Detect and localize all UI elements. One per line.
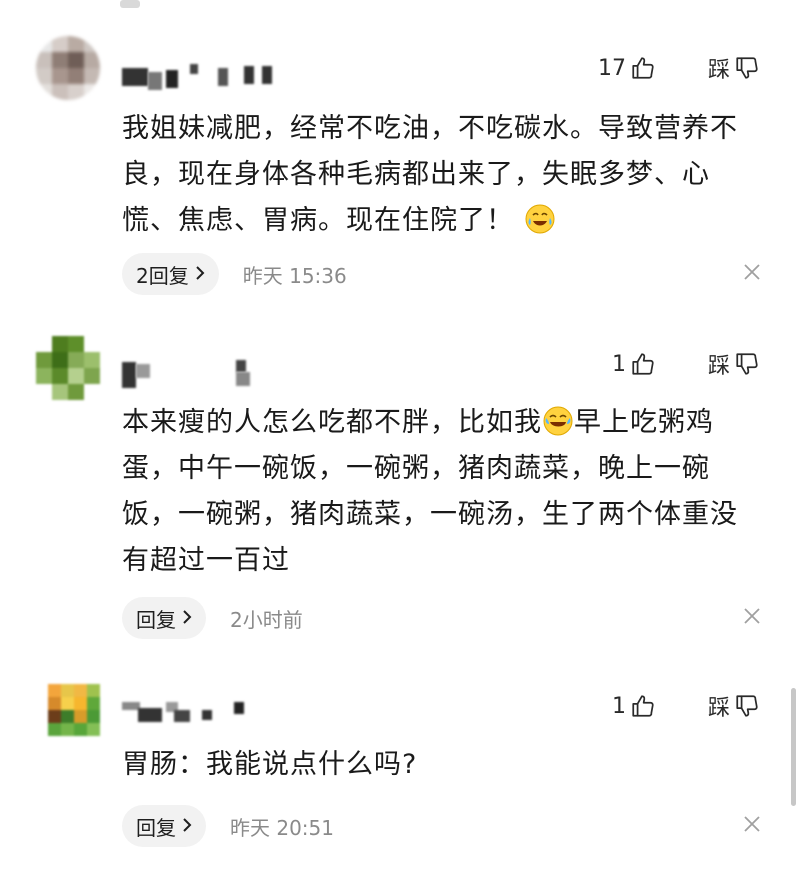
username[interactable] bbox=[122, 360, 272, 388]
avatar[interactable] bbox=[36, 36, 100, 100]
like-count: 17 bbox=[597, 55, 626, 81]
like-count: 1 bbox=[611, 693, 626, 719]
comment-actions: 1 踩 bbox=[612, 346, 760, 382]
comment-time: 昨天 15:36 bbox=[242, 263, 347, 288]
reply-button[interactable]: 2回复 bbox=[122, 253, 219, 295]
comment-body-part-1: 本来瘦的人怎么吃都不胖，比如我 bbox=[122, 407, 542, 438]
comment-footer: 回复 昨天 20:51 bbox=[122, 804, 762, 848]
dislike-button[interactable]: 踩 bbox=[708, 52, 760, 84]
dislike-button[interactable]: 踩 bbox=[708, 348, 760, 380]
close-icon[interactable] bbox=[742, 606, 762, 630]
comment-body: 胃肠：我能说点什么吗? bbox=[122, 749, 418, 780]
username[interactable] bbox=[122, 64, 282, 90]
thumbs-up-icon[interactable] bbox=[630, 55, 656, 81]
thumbs-down-icon[interactable] bbox=[734, 693, 760, 719]
comment-actions: 1 踩 bbox=[612, 688, 760, 724]
username[interactable] bbox=[122, 698, 262, 722]
thumbs-up-icon[interactable] bbox=[630, 693, 656, 719]
chevron-right-icon bbox=[195, 262, 205, 286]
reply-label: 2回复 bbox=[136, 263, 189, 288]
close-icon[interactable] bbox=[742, 814, 762, 838]
like-count: 1 bbox=[611, 351, 626, 377]
dislike-button[interactable]: 踩 bbox=[708, 690, 760, 722]
thumbs-down-icon[interactable] bbox=[734, 55, 760, 81]
reply-label: 回复 bbox=[136, 607, 176, 632]
avatar[interactable] bbox=[48, 684, 100, 736]
dislike-label: 踩 bbox=[707, 58, 730, 83]
comment-time: 2小时前 bbox=[230, 607, 303, 632]
comment-footer: 2回复 昨天 15:36 bbox=[122, 252, 762, 296]
chevron-right-icon bbox=[182, 814, 192, 838]
thumbs-down-icon[interactable] bbox=[734, 351, 760, 377]
dislike-label: 踩 bbox=[707, 354, 730, 379]
previous-comment-fragment bbox=[120, 0, 140, 8]
cry-laugh-emoji bbox=[524, 203, 556, 235]
like-button[interactable]: 1 bbox=[612, 351, 656, 377]
avatar[interactable] bbox=[36, 336, 100, 400]
comment-text: 本来瘦的人怎么吃都不胖，比如我 早上吃粥鸡蛋，中午一碗饭，一碗粥，猪肉蔬菜，晚上… bbox=[122, 400, 762, 584]
like-button[interactable]: 1 bbox=[612, 693, 656, 719]
reply-label: 回复 bbox=[136, 815, 176, 840]
reply-button[interactable]: 回复 bbox=[122, 805, 206, 847]
comment-footer: 回复 2小时前 bbox=[122, 596, 762, 640]
dislike-label: 踩 bbox=[707, 696, 730, 721]
comment-actions: 17 踩 bbox=[598, 50, 760, 86]
chevron-right-icon bbox=[182, 606, 192, 630]
thumbs-up-icon[interactable] bbox=[630, 351, 656, 377]
comment-body: 我姐妹减肥，经常不吃油，不吃碳水。导致营养不良，现在身体各种毛病都出来了，失眠多… bbox=[122, 113, 738, 236]
comment-text: 胃肠：我能说点什么吗? bbox=[122, 742, 762, 788]
tears-of-joy-emoji bbox=[542, 405, 574, 437]
close-icon[interactable] bbox=[742, 262, 762, 286]
scrollbar[interactable] bbox=[791, 688, 796, 806]
like-button[interactable]: 17 bbox=[598, 55, 656, 81]
reply-button[interactable]: 回复 bbox=[122, 597, 206, 639]
comment-time: 昨天 20:51 bbox=[230, 815, 334, 840]
comment-text: 我姐妹减肥，经常不吃油，不吃碳水。导致营养不良，现在身体各种毛病都出来了，失眠多… bbox=[122, 106, 762, 244]
